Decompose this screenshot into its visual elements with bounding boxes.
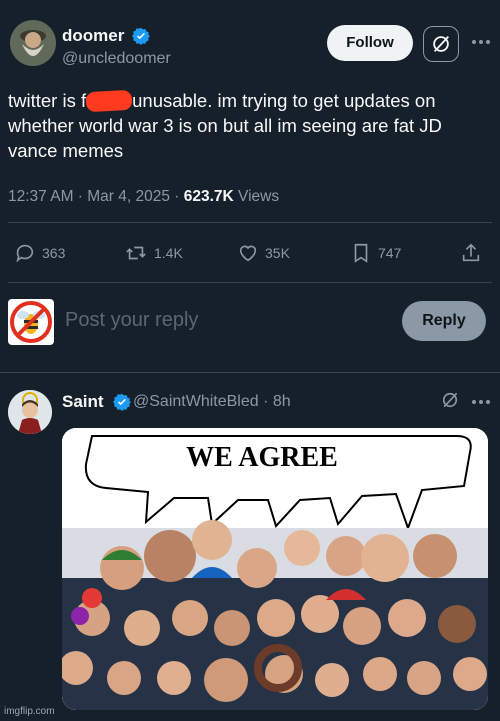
grok-button[interactable] — [423, 26, 459, 62]
bookmark-action[interactable]: 747 — [350, 242, 401, 264]
crowd-meme-illustration: WE AGREE — [62, 428, 488, 710]
grok-slash-icon — [433, 36, 450, 52]
bearded-man-avatar-icon — [10, 20, 56, 66]
more-options-icon[interactable] — [470, 391, 492, 413]
verified-badge-icon — [113, 393, 131, 411]
tweet-timestamp[interactable]: 12:37 AM · Mar 4, 2025 · — [8, 188, 184, 205]
views-label: Views — [233, 188, 280, 205]
divider — [8, 222, 492, 223]
reply-count: 363 — [42, 245, 66, 261]
babylon-bee-logo-icon — [10, 301, 52, 343]
views-count: 623.7K — [183, 188, 234, 205]
bookmark-icon — [354, 243, 368, 263]
author-handle[interactable]: @uncledoomer — [62, 50, 171, 68]
meme-image[interactable]: WE AGREE — [62, 428, 488, 710]
reply-time[interactable]: · 8h — [263, 393, 291, 410]
cartoon-saint-avatar-icon — [8, 390, 52, 434]
tweet-text: twitter is f unusable. im trying to get u… — [8, 88, 492, 163]
bookmark-count: 747 — [378, 245, 402, 261]
author-name[interactable]: doomer — [62, 26, 124, 46]
repost-icon — [126, 246, 146, 260]
repost-action[interactable]: 1.4K — [124, 242, 183, 264]
verified-badge-icon — [132, 27, 150, 45]
follow-button[interactable]: Follow — [327, 25, 413, 61]
reply-action[interactable]: 363 — [14, 242, 65, 264]
meme-caption: WE AGREE — [186, 442, 338, 473]
heart-icon — [239, 245, 257, 262]
current-user-avatar[interactable] — [8, 299, 54, 345]
redaction-scribble — [85, 89, 133, 113]
tweet-meta: 12:37 AM · Mar 4, 2025 · 623.7K Views — [8, 188, 279, 206]
tweet-text-start: twitter is f — [8, 90, 87, 111]
repost-count: 1.4K — [154, 245, 183, 261]
reply-author-name[interactable]: Saint — [62, 392, 104, 412]
like-count: 35K — [265, 245, 290, 261]
reply-author-handle: @SaintWhiteBled · 8h — [133, 393, 291, 411]
more-options-icon[interactable] — [470, 31, 492, 53]
section-divider — [0, 372, 500, 373]
divider — [8, 282, 492, 283]
reply-author-avatar[interactable] — [8, 390, 52, 434]
author-avatar[interactable] — [10, 20, 56, 66]
reply-input[interactable]: Post your reply — [65, 309, 198, 332]
reply-button[interactable]: Reply — [402, 301, 486, 341]
share-icon — [462, 243, 480, 262]
grok-icon[interactable] — [440, 390, 462, 412]
reply-icon — [16, 244, 34, 263]
share-action[interactable] — [460, 242, 482, 264]
reply-handle[interactable]: @SaintWhiteBled — [133, 393, 259, 410]
imgflip-watermark: imgflip.com — [4, 706, 55, 717]
like-action[interactable]: 35K — [237, 242, 290, 264]
